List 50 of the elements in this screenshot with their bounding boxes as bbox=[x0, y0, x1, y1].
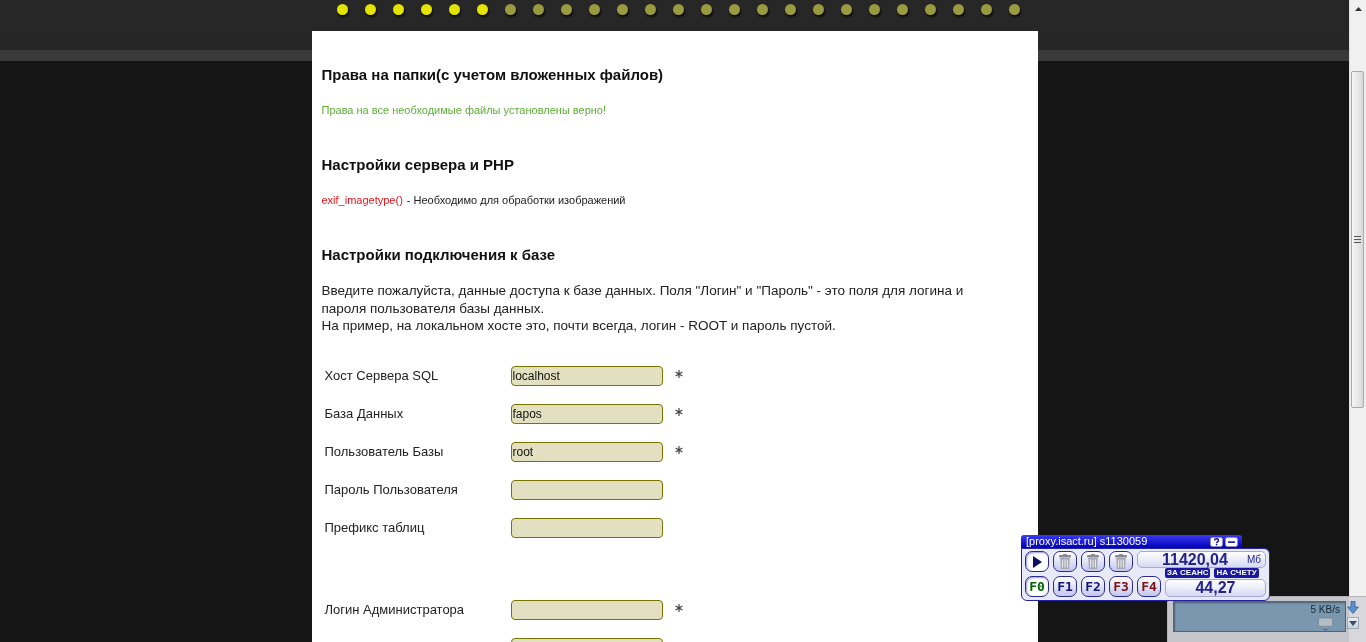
download-arrow-icon bbox=[1347, 601, 1359, 614]
traffic-value: 11420,04 bbox=[1162, 552, 1228, 567]
balance-display: 44,27 bbox=[1165, 579, 1266, 597]
session-label: ЗА СЕАНС bbox=[1165, 568, 1211, 578]
field-label: Хост Сервера SQL bbox=[324, 367, 440, 384]
trash-button[interactable] bbox=[1053, 551, 1077, 572]
field-label: Префикс таблиц bbox=[324, 519, 426, 536]
info-paragraph: Введите пожалуйста, данные доступа к базе данных. Поля "Логин" и "Пароль" - это поля для логина и пароля пользователя базы данных. bbox=[321, 282, 965, 317]
trash-button[interactable] bbox=[1109, 551, 1133, 572]
text-field[interactable] bbox=[510, 479, 663, 500]
status-message: Права на все необходимые файлы установлены верно! bbox=[321, 103, 608, 118]
text-field[interactable]: fapos bbox=[510, 403, 663, 424]
profile-button[interactable]: F0 bbox=[1025, 576, 1049, 597]
help-icon[interactable] bbox=[1210, 536, 1223, 547]
text-field[interactable]: localhost bbox=[510, 365, 663, 386]
trash-icon bbox=[1115, 554, 1127, 569]
profile-button[interactable]: F1 bbox=[1053, 576, 1077, 597]
field-label: Пользователь Базы bbox=[324, 443, 445, 460]
profile-button[interactable]: F2 bbox=[1081, 576, 1105, 597]
field-label: Логин Администратора bbox=[324, 601, 466, 618]
info-paragraph: На пример, на локальном хосте это, почти всегда, логин - ROOT и пароль пустой. bbox=[321, 317, 837, 335]
monitor-icon bbox=[1317, 617, 1334, 631]
field-label: База Данных bbox=[324, 405, 405, 422]
trash-button[interactable] bbox=[1081, 551, 1105, 572]
profile-button[interactable]: F3 bbox=[1109, 576, 1133, 597]
scrollbar-thumb[interactable] bbox=[1351, 71, 1364, 408]
function-name: exif_imagetype() bbox=[321, 193, 403, 208]
widget-title: [proxy.isact.ru] s1130059 bbox=[1026, 535, 1148, 548]
text-field[interactable] bbox=[510, 517, 663, 538]
balance-label: НА СЧЕТУ bbox=[1214, 568, 1259, 578]
trash-icon bbox=[1087, 554, 1099, 569]
play-icon bbox=[1032, 555, 1042, 568]
field-label: Пароль Пользователя bbox=[324, 481, 459, 498]
traffic-unit: Мб bbox=[1246, 553, 1261, 566]
text-field[interactable] bbox=[510, 599, 663, 620]
section-heading: Права на папки(с учетом вложенных файлов) bbox=[321, 65, 665, 85]
scroll-up-icon[interactable] bbox=[1354, 7, 1362, 11]
minimize-icon[interactable] bbox=[1225, 536, 1238, 547]
trash-icon bbox=[1059, 554, 1071, 569]
dropdown-button[interactable] bbox=[1347, 617, 1359, 629]
section-heading: Настройки сервера и PHP bbox=[321, 155, 515, 175]
play-button[interactable] bbox=[1025, 551, 1049, 572]
widget-title-bar[interactable]: [proxy.isact.ru] s1130059 bbox=[1021, 535, 1242, 548]
section-heading: Настройки подключения к базе bbox=[321, 245, 557, 265]
grip-lines-icon bbox=[1354, 236, 1361, 243]
speed-label: 5 KB/s bbox=[1310, 604, 1340, 616]
caret-icon bbox=[1349, 620, 1357, 626]
requirement-note: - Необходимо для обработки изображений bbox=[406, 193, 626, 208]
text-field[interactable]: root bbox=[510, 441, 663, 462]
profile-button[interactable]: F4 bbox=[1137, 576, 1161, 597]
